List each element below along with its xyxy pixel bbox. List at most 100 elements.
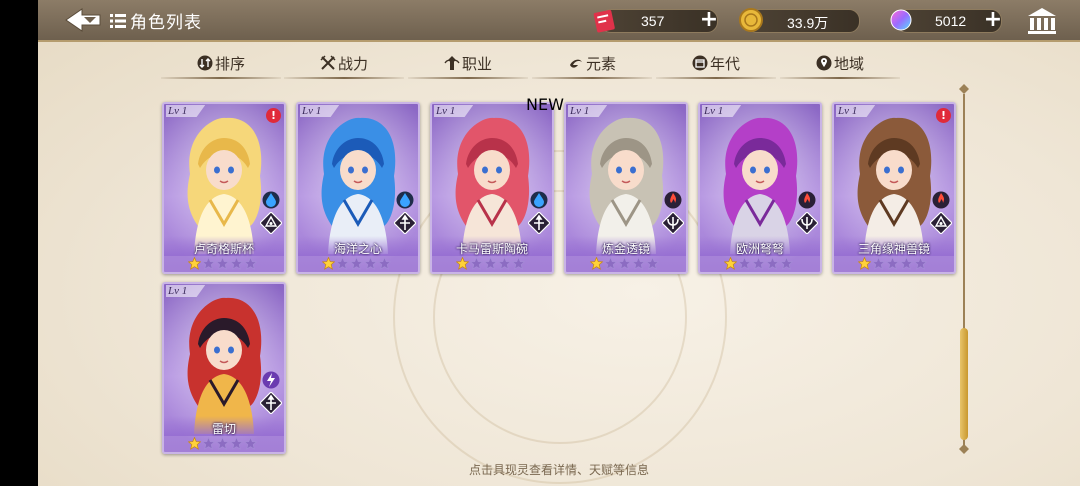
star-icon: [244, 257, 257, 270]
divider: [656, 77, 776, 79]
ticket-icon: [593, 9, 615, 33]
star-icon: [336, 257, 349, 270]
filter-region-label: 地域: [833, 55, 864, 73]
star-icon: [618, 257, 631, 270]
star-icon: [230, 437, 243, 450]
character-card[interactable]: Lv 1! 三角缘神兽镜: [832, 102, 956, 274]
back-button[interactable]: [64, 7, 104, 33]
star-icon: [498, 257, 511, 270]
list-icon: [110, 13, 126, 28]
page-title: 角色列表: [130, 13, 202, 33]
star-icon: [738, 257, 751, 270]
star-icon: [202, 257, 215, 270]
gem-count: 5012: [935, 13, 967, 29]
divider: [780, 77, 900, 79]
resource-gems: 5012 +: [890, 8, 1005, 33]
hint-text: 点击具现灵查看详情、天赋等信息: [468, 463, 649, 477]
add-gem-button[interactable]: +: [981, 8, 1005, 32]
character-card[interactable]: Lv 1 欧洲弩弩: [698, 102, 822, 274]
filter-era[interactable]: 年代: [656, 50, 776, 80]
character-name: 海洋之心: [333, 242, 382, 256]
top-bar: 角色列表 357 + 33.9万 5012 +: [38, 0, 1080, 42]
star-icon: [872, 257, 885, 270]
star-rating: [322, 257, 391, 271]
resource-coins: 33.9万: [739, 8, 860, 33]
star-icon: [244, 437, 257, 450]
resource-ticket: 357 +: [593, 8, 721, 33]
star-icon: [378, 257, 391, 270]
character-card[interactable]: Lv 1 海洋之心: [296, 102, 420, 274]
star-icon: [322, 257, 335, 270]
ticket-count: 357: [641, 13, 665, 29]
back-arrow-icon: [65, 8, 101, 32]
fleur-class-icon: [260, 392, 282, 414]
filter-job[interactable]: 职业: [408, 50, 528, 80]
star-rating: [590, 257, 659, 271]
star-icon: [470, 257, 483, 270]
star-rating: [724, 257, 793, 271]
star-icon: [780, 257, 793, 270]
star-rating: [858, 257, 927, 271]
water-element-icon: [530, 191, 548, 209]
divider: [408, 77, 528, 79]
fire-element-icon: [932, 191, 950, 209]
location-icon: [816, 55, 832, 71]
filter-bar: 排序 战力 职业 元素 年代 地域: [38, 50, 1080, 82]
star-icon: [456, 257, 469, 270]
filter-sort[interactable]: 排序: [161, 50, 281, 80]
character-card[interactable]: Lv 1 卡马雷斯陶碗: [430, 102, 554, 274]
trident-class-icon: [796, 212, 818, 234]
star-rating: [456, 257, 525, 271]
filter-era-label: 年代: [709, 55, 740, 73]
divider: [284, 77, 404, 79]
star-icon: [632, 257, 645, 270]
job-icon: [444, 56, 460, 70]
character-name: 卢奇格斯杯: [193, 242, 254, 256]
star-icon: [484, 257, 497, 270]
museum-icon[interactable]: [1026, 6, 1058, 36]
star-icon: [512, 257, 525, 270]
star-icon: [590, 257, 603, 270]
star-icon: [766, 257, 779, 270]
scrollbar[interactable]: [959, 84, 969, 454]
divider: [161, 77, 281, 79]
character-card[interactable]: Lv 1! 卢奇格斯杯: [162, 102, 286, 274]
filter-region[interactable]: 地域: [780, 50, 900, 80]
filter-power[interactable]: 战力: [284, 50, 404, 80]
divider: [532, 77, 652, 79]
sort-icon: [197, 55, 213, 71]
fire-element-icon: [664, 191, 682, 209]
star-icon: [900, 257, 913, 270]
character-card[interactable]: Lv 1 炼金透镜: [564, 102, 688, 274]
star-icon: [604, 257, 617, 270]
fire-element-icon: [798, 191, 816, 209]
star-icon: [216, 437, 229, 450]
star-icon: [350, 257, 363, 270]
fleur-class-icon: [528, 212, 550, 234]
star-icon: [724, 257, 737, 270]
character-name: 炼金透镜: [601, 242, 650, 256]
coin-icon: [739, 8, 763, 32]
tri-class-icon: [930, 212, 952, 234]
filter-power-label: 战力: [337, 55, 368, 73]
water-element-icon: [396, 191, 414, 209]
star-icon: [752, 257, 765, 270]
alert-badge: !: [936, 108, 951, 123]
star-icon: [886, 257, 899, 270]
tri-class-icon: [260, 212, 282, 234]
star-icon: [188, 437, 201, 450]
character-name: 三角缘神兽镜: [857, 242, 930, 256]
character-name: 欧洲弩弩: [735, 242, 784, 256]
add-ticket-button[interactable]: +: [697, 8, 721, 32]
scroll-cap-bottom-icon: [959, 444, 969, 454]
filter-element[interactable]: 元素: [532, 50, 652, 80]
star-icon: [188, 257, 201, 270]
page-title-group: 角色列表: [110, 8, 202, 33]
character-card[interactable]: Lv 1 雷切: [162, 282, 286, 454]
star-icon: [914, 257, 927, 270]
filter-sort-label: 排序: [214, 55, 245, 73]
trident-class-icon: [662, 212, 684, 234]
element-icon: [569, 59, 582, 68]
thunder-element-icon: [262, 371, 280, 389]
scrollbar-thumb[interactable]: [960, 328, 968, 440]
